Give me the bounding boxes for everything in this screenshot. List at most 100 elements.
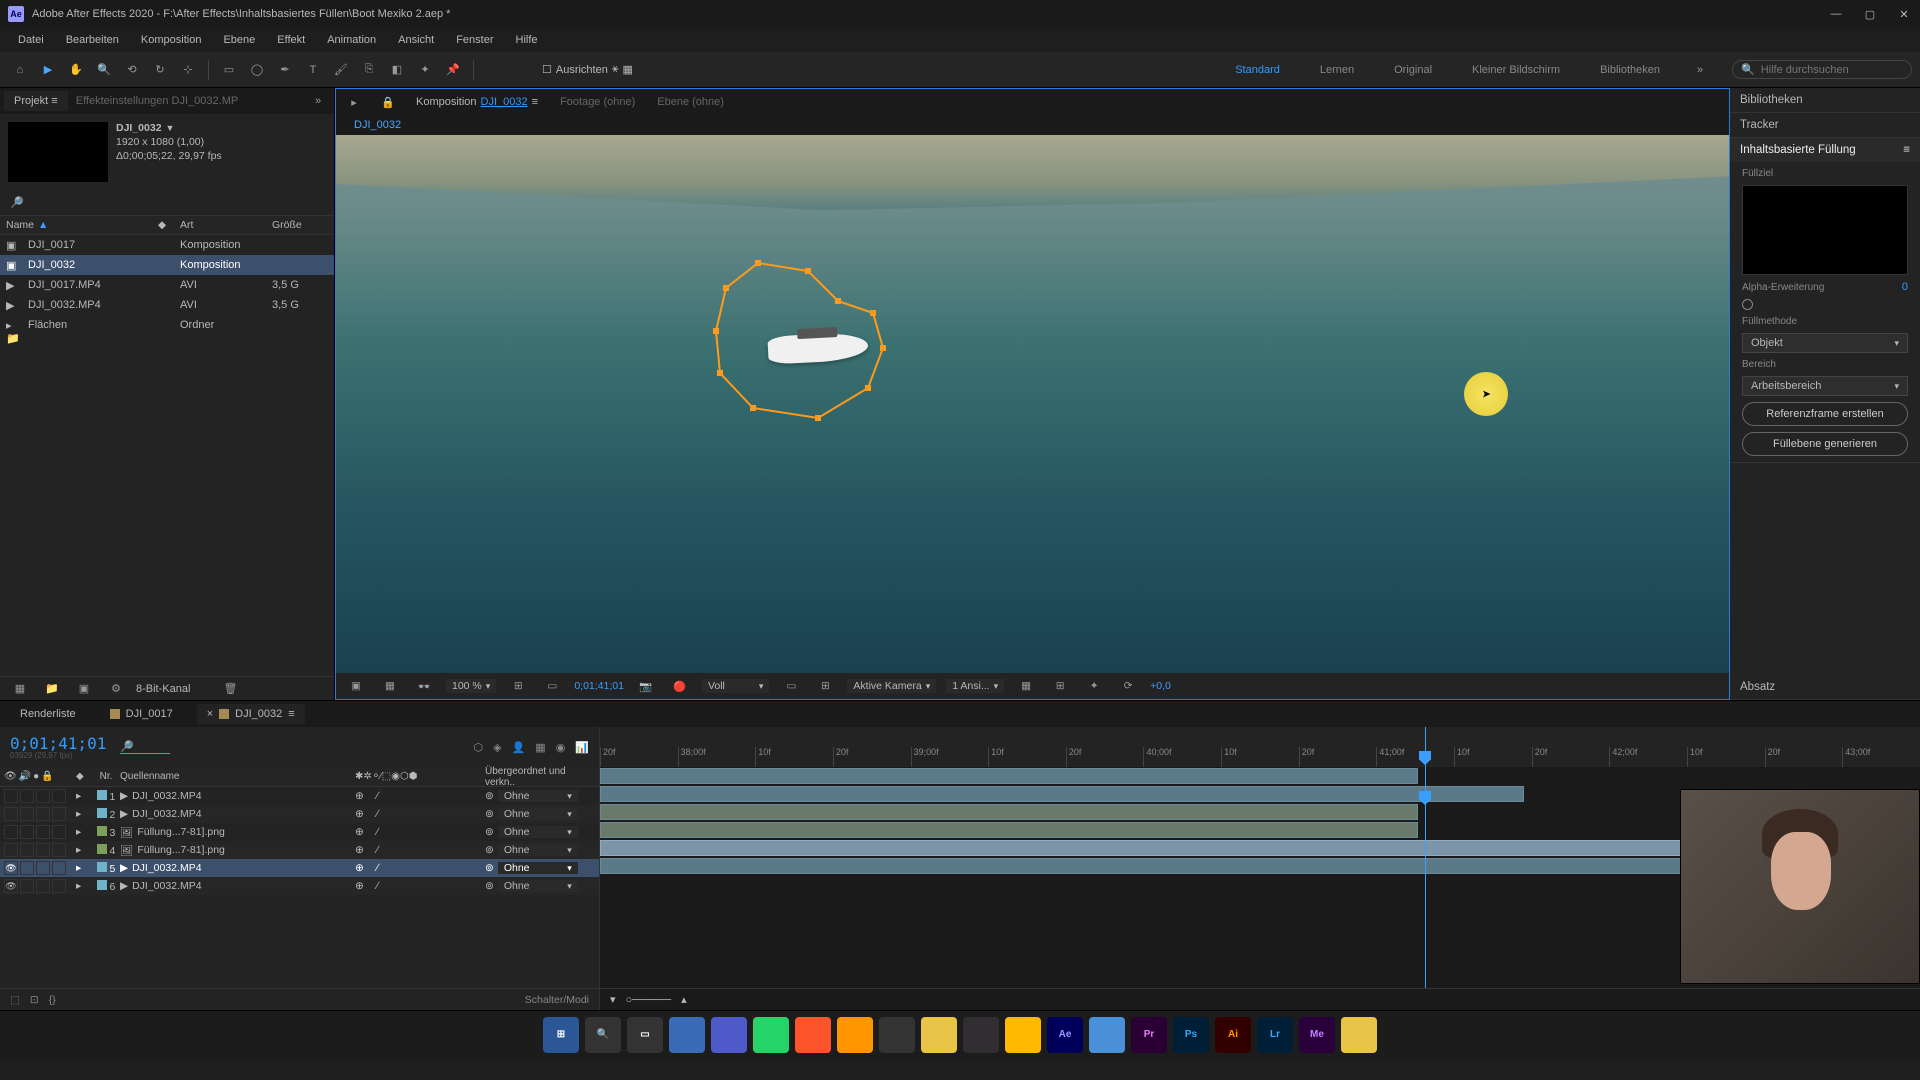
layer-row[interactable]: ▸ 4🖼Füllung...7-81].png⊕ ∕⊚Ohne▾ <box>0 841 599 859</box>
menu-effekt[interactable]: Effekt <box>267 32 315 48</box>
taskbar-whatsapp[interactable] <box>753 1017 789 1053</box>
clip[interactable] <box>600 786 1524 802</box>
track[interactable] <box>600 767 1920 785</box>
project-search-icon[interactable]: 🔎 <box>10 197 24 209</box>
guide-icon[interactable]: ✦ <box>1082 674 1106 698</box>
eraser-tool-icon[interactable]: ◧ <box>385 58 409 82</box>
comp-flowchart-icon[interactable]: ⬡ <box>474 741 484 754</box>
taskbar-app3[interactable] <box>921 1017 957 1053</box>
taskbar-taskview[interactable]: ▭ <box>627 1017 663 1053</box>
timeline-tab-2[interactable]: ×DJI_0032 ≡ <box>197 704 305 724</box>
col-source-name[interactable]: Quellenname <box>120 771 355 782</box>
taskbar-explorer[interactable] <box>1005 1017 1041 1053</box>
trash-icon[interactable]: 🗑 <box>218 677 242 701</box>
shy-icon[interactable]: 👤 <box>512 741 526 754</box>
lock-col-icon[interactable]: 🔒 <box>41 771 53 782</box>
menu-ansicht[interactable]: Ansicht <box>388 32 444 48</box>
composition-viewport[interactable]: ➤ <box>336 135 1729 673</box>
footer-timecode[interactable]: 0;01;41;01 <box>574 680 624 692</box>
close-icon[interactable]: × <box>207 708 213 720</box>
project-item[interactable]: ▶DJI_0017.MP4AVI3,5 G <box>0 275 334 295</box>
playhead[interactable] <box>1425 727 1426 767</box>
project-item[interactable]: ▶DJI_0032.MP4AVI3,5 G <box>0 295 334 315</box>
taskbar-app2[interactable] <box>879 1017 915 1053</box>
interpret-footage-icon[interactable]: ▦ <box>8 677 32 701</box>
timeline-tracks[interactable]: 20f38;00f10f20f39;00f10f20f40;00f10f20f4… <box>600 727 1920 1010</box>
always-preview-icon[interactable]: ▣ <box>344 674 368 698</box>
footage-tab[interactable]: Footage (ohne) <box>554 93 641 111</box>
clip[interactable] <box>600 822 1418 838</box>
taskbar-ae[interactable]: Ae <box>1047 1017 1083 1053</box>
workspace-kleiner bildschirm[interactable]: Kleiner Bildschirm <box>1464 60 1568 80</box>
taskbar-teams[interactable] <box>711 1017 747 1053</box>
camera-select[interactable]: Aktive Kamera ▾ <box>847 679 936 693</box>
minimize-button[interactable]: — <box>1828 6 1844 22</box>
video-col-icon[interactable]: 👁 <box>4 771 17 782</box>
orbit-tool-icon[interactable]: ⟲ <box>120 58 144 82</box>
taskbar-search[interactable]: 🔍 <box>585 1017 621 1053</box>
layer-tab[interactable]: Ebene (ohne) <box>651 93 730 111</box>
generate-fill-layer-button[interactable]: Füllebene generieren <box>1742 432 1908 456</box>
composition-tab[interactable]: Komposition DJI_0032 ≡ <box>410 93 544 111</box>
timeline-search[interactable]: 🔎 <box>120 740 170 754</box>
project-item[interactable]: ▣DJI_0032Komposition <box>0 255 334 275</box>
layer-row[interactable]: ▸ 2▶DJI_0032.MP4⊕ ∕⊚Ohne▾ <box>0 805 599 823</box>
comp-lock-icon[interactable]: 🔒 <box>376 90 400 114</box>
taskbar-brave[interactable] <box>795 1017 831 1053</box>
clone-tool-icon[interactable]: ⎘ <box>357 58 381 82</box>
help-search[interactable]: 🔍 Hilfe durchsuchen <box>1732 60 1912 79</box>
close-button[interactable]: ✕ <box>1896 6 1912 22</box>
menu-fenster[interactable]: Fenster <box>446 32 503 48</box>
project-tab[interactable]: Projekt ≡ <box>4 91 68 111</box>
draft3d-icon[interactable]: ◈ <box>493 741 501 754</box>
bpc-label[interactable]: 8-Bit-Kanal <box>136 683 190 695</box>
taskbar-obs[interactable] <box>963 1017 999 1053</box>
label-col-icon[interactable]: ◆ <box>76 771 92 782</box>
taskbar-ps[interactable]: Ps <box>1173 1017 1209 1053</box>
new-comp-icon[interactable]: ▣ <box>72 677 96 701</box>
motion-blur-icon[interactable]: ◉ <box>556 741 566 754</box>
views-select[interactable]: 1 Ansi... ▾ <box>946 679 1004 693</box>
taskbar-pr[interactable]: Pr <box>1131 1017 1167 1053</box>
project-item[interactable]: ▣DJI_0017Komposition <box>0 235 334 255</box>
paragraph-panel[interactable]: Absatz <box>1730 675 1920 699</box>
tracker-panel[interactable]: Tracker <box>1730 113 1920 137</box>
timeline-tab-1[interactable]: DJI_0017 <box>100 704 183 724</box>
ellipse-tool-icon[interactable]: ◯ <box>245 58 269 82</box>
zoom-in-icon[interactable]: ▴ <box>681 993 687 1006</box>
snap-checkbox[interactable]: ☐ <box>542 63 552 76</box>
graph-editor-icon[interactable]: 📊 <box>575 741 589 754</box>
snap-grid-icon[interactable]: ▦ <box>622 63 632 76</box>
hand-tool-icon[interactable]: ✋ <box>64 58 88 82</box>
workspace-original[interactable]: Original <box>1386 60 1440 80</box>
menu-bearbeiten[interactable]: Bearbeiten <box>56 32 129 48</box>
col-type[interactable]: Art <box>180 219 272 231</box>
menu-komposition[interactable]: Komposition <box>131 32 212 48</box>
toggle-switches-icon[interactable]: ⬚ <box>10 994 20 1006</box>
range-select[interactable]: Arbeitsbereich▾ <box>1742 376 1908 396</box>
puppet-tool-icon[interactable]: 📌 <box>441 58 465 82</box>
menu-datei[interactable]: Datei <box>8 32 54 48</box>
col-parent[interactable]: Übergeordnet und verkn.. <box>485 766 595 788</box>
resolution-select[interactable]: Voll ▾ <box>702 679 769 693</box>
home-icon[interactable]: ⌂ <box>8 58 32 82</box>
workspace-bibliotheken[interactable]: Bibliotheken <box>1592 60 1668 80</box>
taskbar-lr[interactable]: Lr <box>1257 1017 1293 1053</box>
channel-icon[interactable]: 🔴 <box>668 674 692 698</box>
layer-row[interactable]: ▸ 1▶DJI_0032.MP4⊕ ∕⊚Ohne▾ <box>0 787 599 805</box>
project-item[interactable]: ▸ 📁FlächenOrdner <box>0 315 334 335</box>
switches-icon[interactable]: ✱✲⚬∕⬚◉⬡⬢ <box>355 771 417 782</box>
workspace-lernen[interactable]: Lernen <box>1312 60 1362 80</box>
render-queue-tab[interactable]: Renderliste <box>10 704 86 724</box>
grid-icon[interactable]: ⊞ <box>1048 674 1072 698</box>
taskbar-app4[interactable] <box>1089 1017 1125 1053</box>
panel-menu-icon[interactable]: » <box>306 89 330 113</box>
breadcrumb[interactable]: DJI_0032 <box>336 115 1729 135</box>
clip[interactable] <box>600 804 1418 820</box>
exposure-value[interactable]: +0,0 <box>1150 680 1171 692</box>
create-reference-frame-button[interactable]: Referenzframe erstellen <box>1742 402 1908 426</box>
zoom-out-icon[interactable]: ▾ <box>610 993 616 1006</box>
zoom-select[interactable]: 100 % ▾ <box>446 679 496 693</box>
alpha-radio[interactable] <box>1742 299 1753 310</box>
taskbar-ai[interactable]: Ai <box>1215 1017 1251 1053</box>
